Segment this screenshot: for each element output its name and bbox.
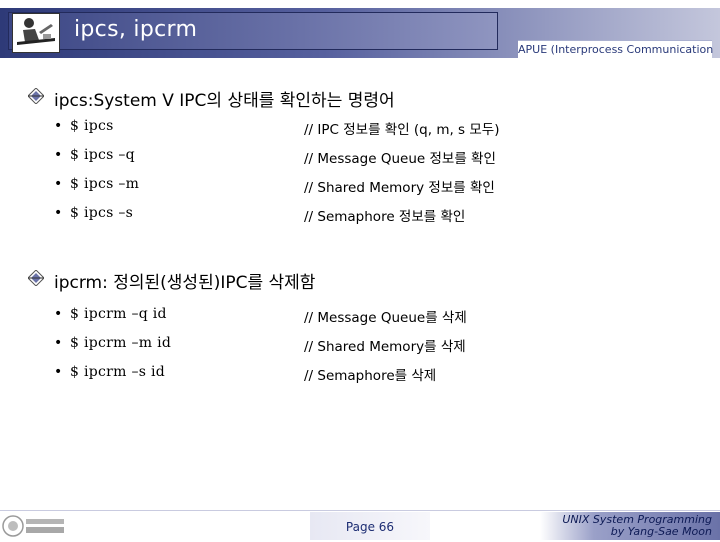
comment-text: // IPC 정보를 확인 (q, m, s 모두)	[304, 122, 500, 138]
comment-text: // Message Queue를 삭제	[304, 310, 467, 326]
comment-text: // Semaphore를 삭제	[304, 368, 437, 384]
comment-text: // Shared Memory를 삭제	[304, 339, 466, 355]
bullet: •	[54, 335, 63, 351]
course-label: APUE (Interprocess Communication	[518, 40, 713, 59]
bullet: •	[54, 118, 63, 134]
command-text: $ ipcs –m	[70, 176, 140, 192]
book-author: by Yang-Sae Moon	[610, 525, 712, 538]
page-number: Page 66	[310, 512, 430, 540]
bullet: •	[54, 176, 63, 192]
section-heading-ipcrm: ipcrm: 정의된(생성된)IPC를 삭제함	[54, 273, 316, 293]
command-text: $ ipcs –q	[70, 147, 135, 163]
command-text: $ ipcrm –m id	[70, 335, 172, 351]
book-credit: UNIX System Programming by Yang-Sae Moon	[562, 514, 712, 538]
comment-text: // Semaphore 정보를 확인	[304, 209, 466, 225]
teacher-at-desk-icon	[12, 13, 60, 53]
command-text: $ ipcrm –s id	[70, 364, 166, 380]
bullet: •	[54, 205, 63, 221]
command-text: $ ipcs –s	[70, 205, 134, 221]
command-text: $ ipcs	[70, 118, 114, 134]
section-heading-ipcs: ipcs:System V IPC의 상태를 확인하는 명령어	[54, 91, 395, 111]
comment-text: // Shared Memory 정보를 확인	[304, 180, 495, 196]
university-logo-icon	[2, 514, 68, 538]
footer-divider	[0, 510, 720, 511]
bullet-diamond-icon	[28, 270, 44, 286]
bullet: •	[54, 147, 63, 163]
slide-title: ipcs, ipcrm	[74, 17, 198, 42]
bullet: •	[54, 306, 63, 322]
slide-header: ipcs, ipcrm APUE (Interprocess Communica…	[0, 0, 720, 62]
comment-text: // Message Queue 정보를 확인	[304, 151, 496, 167]
command-text: $ ipcrm –q id	[70, 306, 167, 322]
bullet-diamond-icon	[28, 88, 44, 104]
bullet: •	[54, 364, 63, 380]
